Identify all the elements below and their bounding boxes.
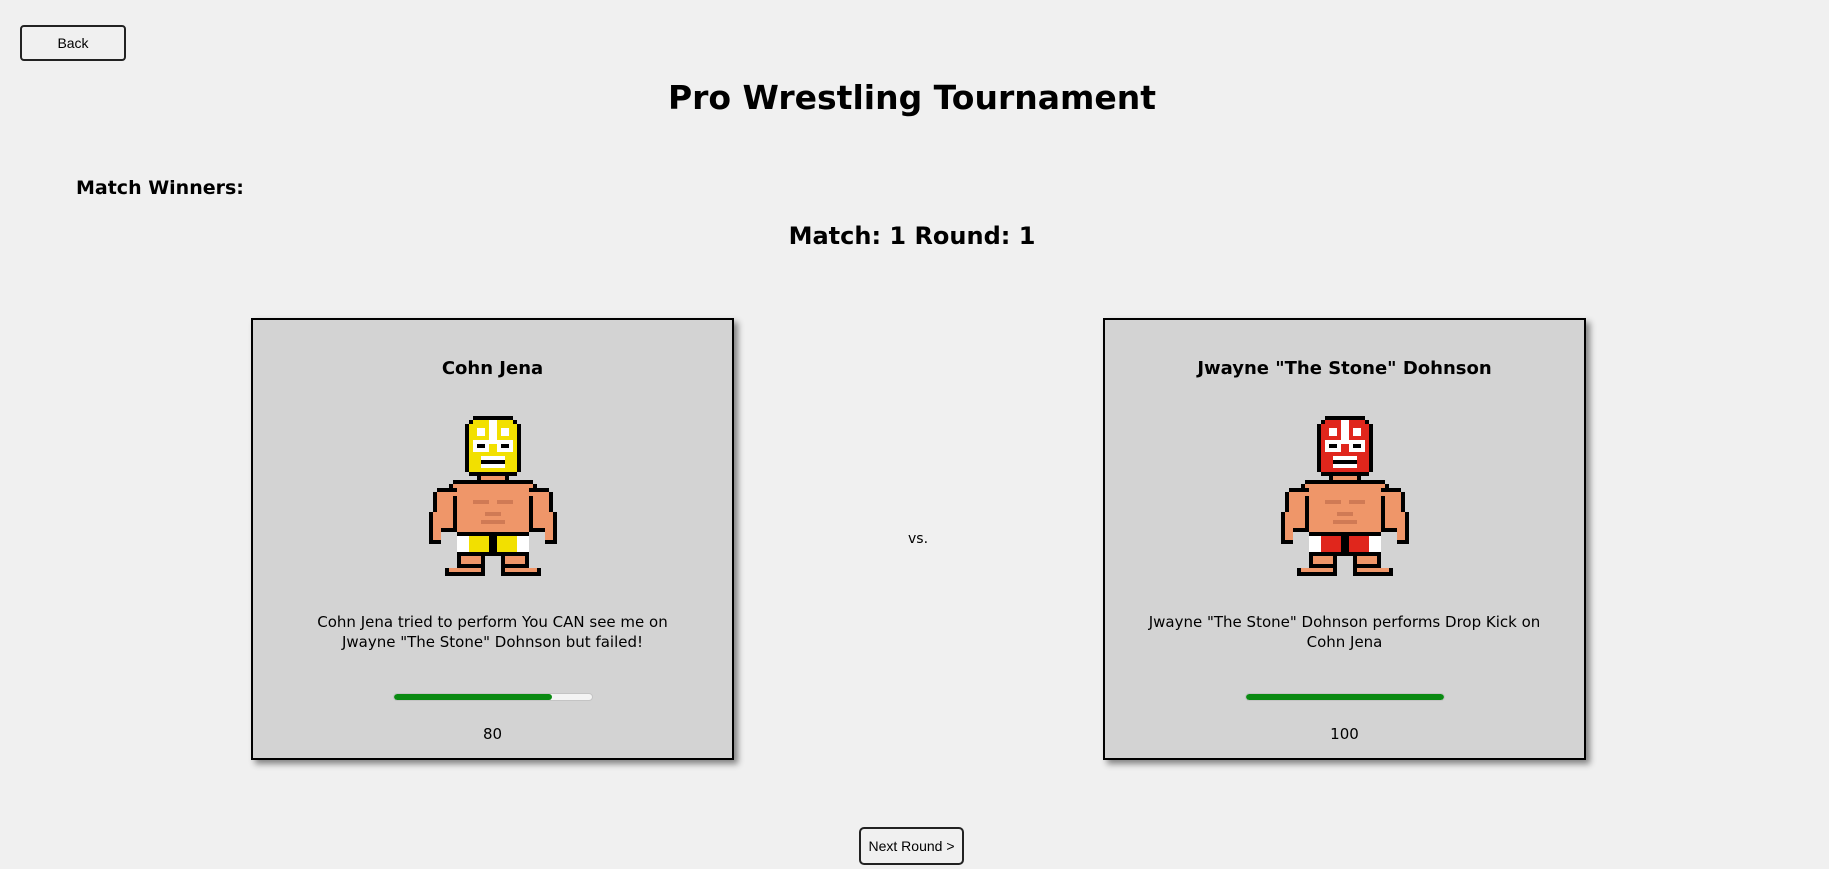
health-bar-fill xyxy=(1245,694,1444,700)
wrestler-card-1: Cohn Jena Cohn Jena tried to perform You… xyxy=(251,318,734,760)
vs-label: vs. xyxy=(907,531,929,547)
wrestler-name: Jwayne "The Stone" Dohnson xyxy=(1197,358,1492,379)
action-message: Jwayne "The Stone" Dohnson performs Drop… xyxy=(1148,613,1541,651)
health-bar xyxy=(392,693,593,701)
wrestler-pixel-art xyxy=(1280,416,1409,576)
wrestler-sprite xyxy=(1280,416,1409,580)
match-round-info: Match: 1 Round: 1 xyxy=(788,222,1036,250)
wrestler-pixel-art xyxy=(428,416,557,576)
page-title: Pro Wrestling Tournament xyxy=(667,78,1157,117)
health-bar-fill xyxy=(393,694,552,700)
back-button[interactable]: Back xyxy=(20,25,126,61)
wrestler-card-2: Jwayne "The Stone" Dohnson Jwayne "The S… xyxy=(1103,318,1586,760)
match-winners-label: Match Winners: xyxy=(76,177,244,199)
action-message: Cohn Jena tried to perform You CAN see m… xyxy=(317,613,668,651)
next-round-button[interactable]: Next Round > xyxy=(859,827,964,865)
health-bar xyxy=(1244,693,1445,701)
health-value: 100 xyxy=(1330,725,1359,743)
wrestler-name: Cohn Jena xyxy=(441,358,544,379)
health-value: 80 xyxy=(482,725,503,743)
wrestler-sprite xyxy=(428,416,557,580)
